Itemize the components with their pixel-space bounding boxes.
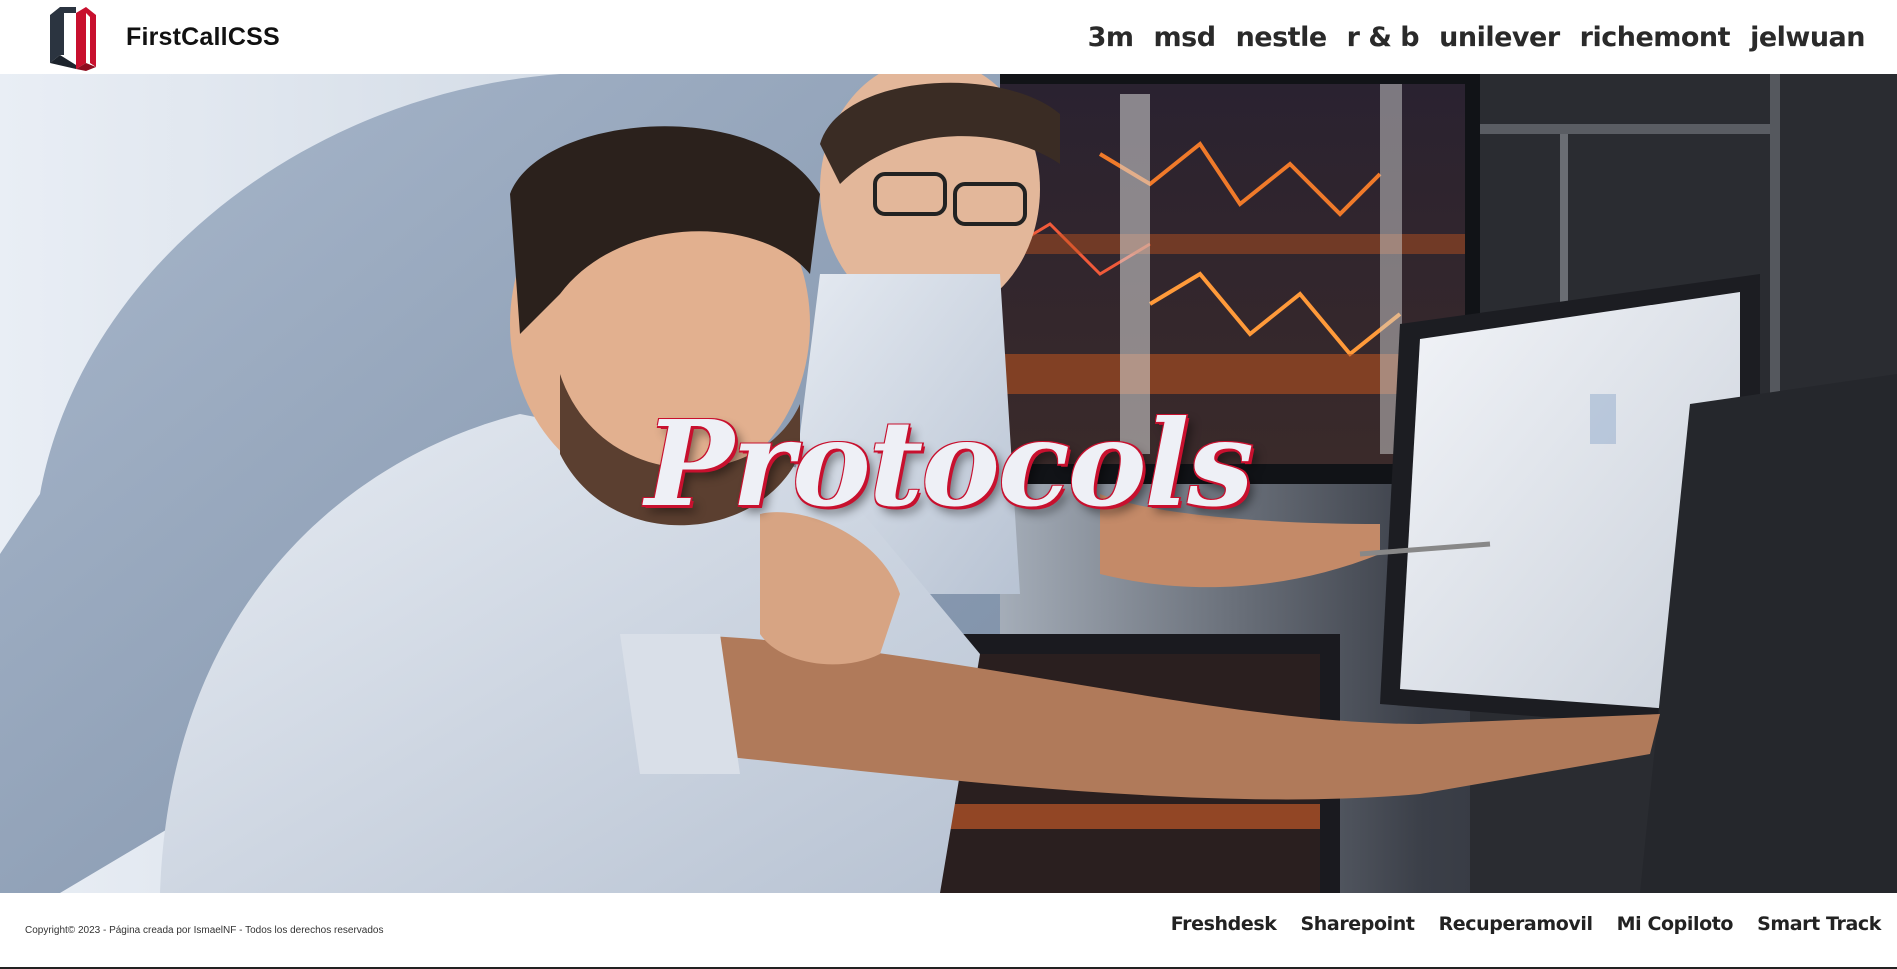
- firstcall-logo-icon: [50, 7, 96, 71]
- hero-title: Protocols: [645, 394, 1254, 533]
- page-footer: Copyright© 2023 - Página creada por Isma…: [0, 893, 1897, 969]
- nav-link-3m[interactable]: 3m: [1088, 22, 1134, 53]
- brand[interactable]: FirstCallCSS: [46, 3, 280, 71]
- nav-link-richemont[interactable]: richemont: [1580, 22, 1731, 53]
- nav-link-jelwuan[interactable]: jelwuan: [1750, 22, 1865, 53]
- nav-link-unilever[interactable]: unilever: [1439, 22, 1560, 53]
- footer-link-freshdesk[interactable]: Freshdesk: [1171, 913, 1277, 935]
- top-header: FirstCallCSS 3m msd nestle r & b unileve…: [0, 0, 1897, 74]
- nav-link-msd[interactable]: msd: [1154, 22, 1217, 53]
- footer-links: Freshdesk Sharepoint Recuperamovil Mi Co…: [1171, 913, 1882, 935]
- footer-link-sharepoint[interactable]: Sharepoint: [1300, 913, 1414, 935]
- nav-link-nestle[interactable]: nestle: [1236, 22, 1328, 53]
- hero-section: Protocols: [0, 74, 1897, 893]
- brand-name: FirstCallCSS: [126, 22, 280, 51]
- footer-link-smart-track[interactable]: Smart Track: [1757, 913, 1881, 935]
- footer-link-recuperamovil[interactable]: Recuperamovil: [1439, 913, 1593, 935]
- footer-link-mi-copiloto[interactable]: Mi Copiloto: [1617, 913, 1734, 935]
- main-nav: 3m msd nestle r & b unilever richemont j…: [1088, 0, 1866, 74]
- copyright-text: Copyright© 2023 - Página creada por Isma…: [25, 925, 384, 936]
- nav-link-r-and-b[interactable]: r & b: [1347, 22, 1420, 53]
